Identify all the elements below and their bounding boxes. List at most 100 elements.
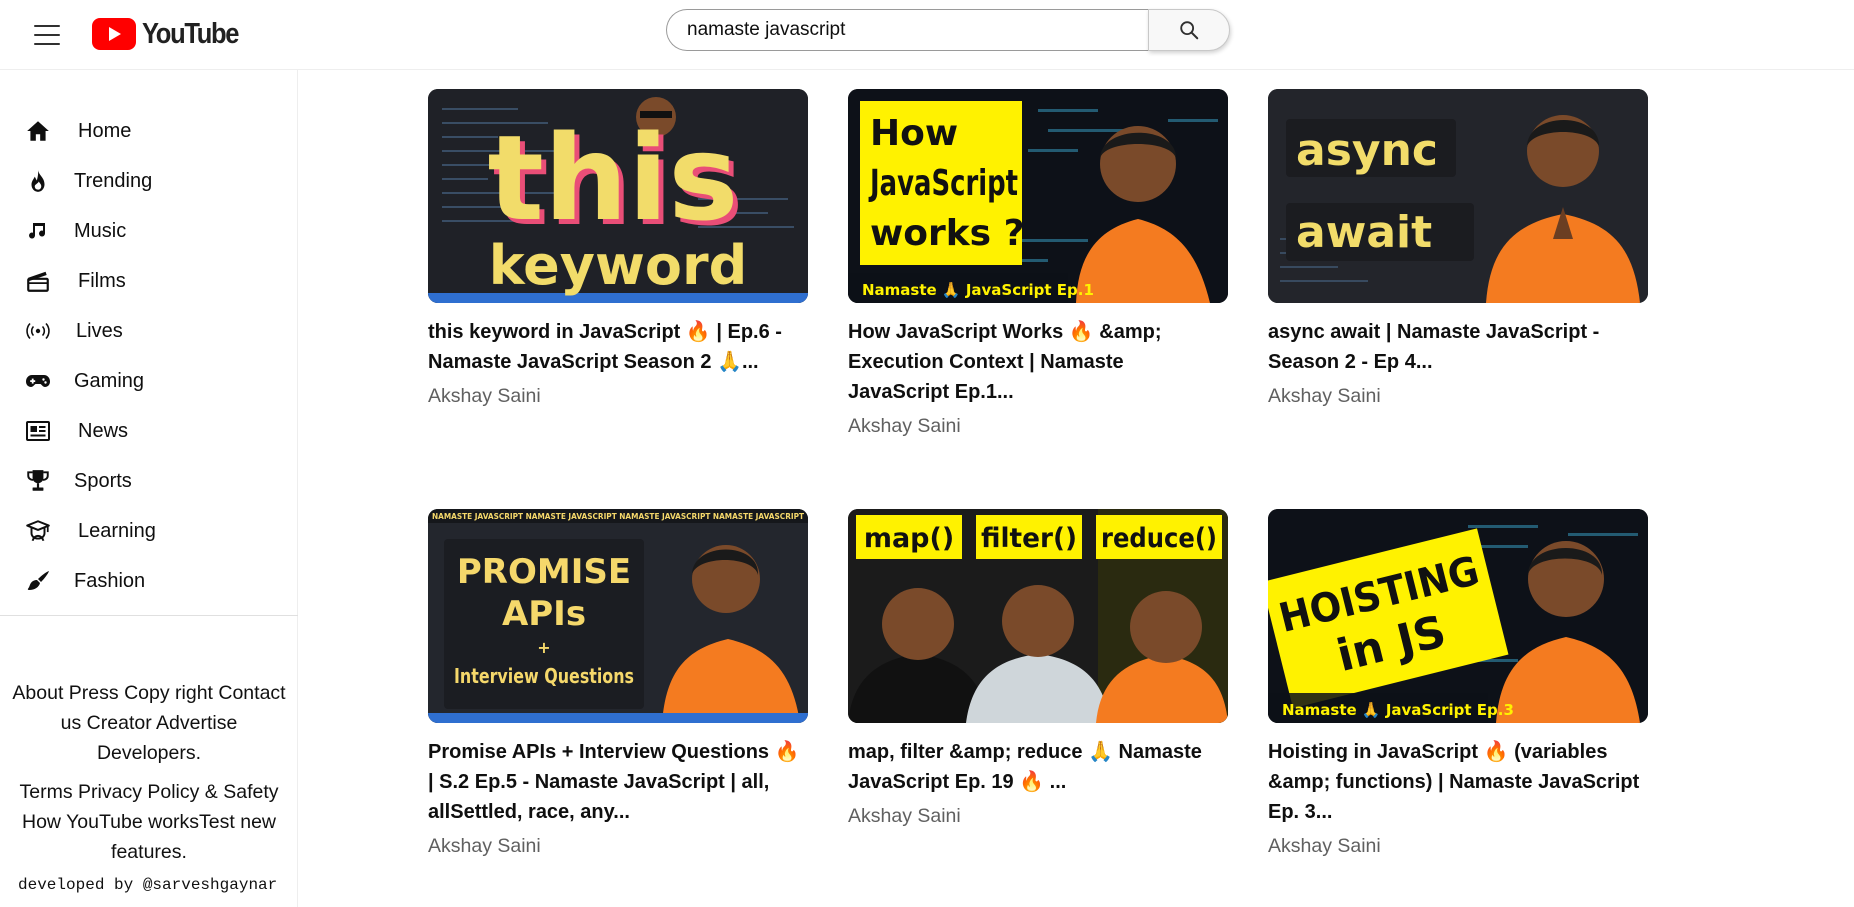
thumbnail-text: + (537, 638, 550, 657)
video-card[interactable]: async await async await | Namaste JavaSc… (1268, 89, 1648, 408)
logo-text: YouTube (142, 17, 239, 50)
video-card[interactable]: How JavaScript works ? Namaste 🙏 JavaScr… (848, 89, 1228, 438)
sidebar-item-sports[interactable]: Sports (0, 456, 298, 506)
sidebar-item-label: Lives (76, 319, 123, 342)
sidebar-item-news[interactable]: News (0, 406, 298, 456)
sidebar-nav: Home Trending Music Films Lives Gaming N… (0, 106, 298, 606)
video-thumbnail[interactable]: HOISTING in JS Namaste 🙏 JavaScript Ep.3 (1268, 509, 1648, 723)
sidebar-item-trending[interactable]: Trending (0, 156, 298, 206)
channel-name[interactable]: Akshay Saini (428, 385, 808, 408)
video-title[interactable]: async await | Namaste JavaScript - Seaso… (1268, 317, 1648, 377)
video-thumbnail[interactable]: this this keyword (428, 89, 808, 303)
thumbnail-text: async (1296, 125, 1438, 176)
sidebar-item-label: Music (74, 219, 127, 242)
thumbnail-text: filter() (981, 523, 1077, 554)
video-title[interactable]: this keyword in JavaScript 🔥 | Ep.6 - Na… (428, 317, 808, 377)
sidebar-item-learning[interactable]: Learning (0, 506, 298, 556)
channel-name[interactable]: Akshay Saini (1268, 835, 1648, 858)
sidebar-item-home[interactable]: Home (0, 106, 298, 156)
video-card[interactable]: map() filter() reduce() map, filter &amp… (848, 509, 1228, 828)
sidebar-item-gaming[interactable]: Gaming (0, 356, 298, 406)
thumbnail-text: JavaScript (868, 163, 1018, 204)
hamburger-menu-button[interactable] (24, 14, 70, 56)
fire-icon (24, 167, 52, 195)
video-title[interactable]: map, filter &amp; reduce 🙏 Namaste JavaS… (848, 737, 1228, 797)
trophy-icon (24, 467, 52, 495)
channel-name[interactable]: Akshay Saini (1268, 385, 1648, 408)
sidebar-item-label: Films (78, 269, 126, 292)
sidebar-item-label: Sports (74, 469, 132, 492)
thumbnail-text: APIs (502, 594, 586, 634)
thumbnail-how-javascript-works: How JavaScript works ? Namaste 🙏 JavaScr… (848, 89, 1228, 303)
thumbnail-text: keyword (489, 234, 748, 297)
thumbnail-this-keyword: this this keyword (428, 89, 808, 303)
search-input[interactable] (666, 9, 1148, 51)
footer-link-privacy-policy[interactable]: Privacy Policy & Safety (78, 781, 278, 803)
hamburger-line (34, 34, 60, 36)
sidebar: Home Trending Music Films Lives Gaming N… (0, 70, 298, 907)
search-icon (1180, 21, 1199, 40)
sidebar-item-films[interactable]: Films (0, 256, 298, 306)
thumbnail-text: works ? (870, 213, 1025, 254)
thumbnail-text: this (487, 109, 738, 247)
video-title[interactable]: Promise APIs + Interview Questions 🔥 | S… (428, 737, 808, 827)
sidebar-item-label: Fashion (74, 569, 146, 592)
top-bar: YouTube (0, 0, 1854, 70)
home-icon (24, 117, 52, 145)
music-note-icon (24, 217, 52, 245)
video-thumbnail[interactable]: map() filter() reduce() (848, 509, 1228, 723)
sidebar-item-label: Learning (78, 519, 156, 542)
footer-links-group-1: About Press Copy right Contact us Creato… (12, 678, 286, 768)
hamburger-line (34, 25, 60, 27)
newspaper-icon (24, 417, 52, 445)
footer-link-developers[interactable]: Developers. (97, 742, 201, 764)
hamburger-line (34, 43, 60, 45)
video-grid: this this keyword this keyword in JavaSc… (428, 89, 1648, 889)
sidebar-item-fashion[interactable]: Fashion (0, 556, 298, 606)
youtube-play-icon (92, 18, 136, 50)
video-title[interactable]: Hoisting in JavaScript 🔥 (variables &amp… (1268, 737, 1648, 827)
channel-name[interactable]: Akshay Saini (848, 415, 1228, 438)
thumbnail-text: How (870, 113, 958, 154)
youtube-logo[interactable]: YouTube (92, 16, 251, 52)
sidebar-item-label: Home (78, 119, 132, 142)
channel-name[interactable]: Akshay Saini (428, 835, 808, 858)
video-thumbnail[interactable]: NAMASTE JAVASCRIPT NAMASTE JAVASCRIPT NA… (428, 509, 808, 723)
footer-link-advertise[interactable]: Advertise (156, 712, 237, 734)
sidebar-item-music[interactable]: Music (0, 206, 298, 256)
sidebar-item-lives[interactable]: Lives (0, 306, 298, 356)
video-title[interactable]: How JavaScript Works 🔥 &amp; Execution C… (848, 317, 1228, 407)
video-card[interactable]: HOISTING in JS Namaste 🙏 JavaScript Ep.3… (1268, 509, 1648, 858)
footer-link-terms[interactable]: Terms (20, 781, 73, 803)
thumbnail-async-await: async await (1268, 89, 1648, 303)
graduation-cap-icon (24, 517, 52, 545)
video-card[interactable]: NAMASTE JAVASCRIPT NAMASTE JAVASCRIPT NA… (428, 509, 808, 858)
sidebar-item-label: Trending (74, 169, 153, 192)
footer-link-how-youtube-works[interactable]: How YouTube works (22, 811, 199, 833)
thumbnail-text: Interview Questions (454, 664, 634, 688)
video-thumbnail[interactable]: async await (1268, 89, 1648, 303)
live-broadcast-icon (24, 317, 52, 345)
thumbnail-hoisting-in-js: HOISTING in JS Namaste 🙏 JavaScript Ep.3 (1268, 509, 1648, 723)
footer-link-copyright[interactable]: Copy right (124, 682, 213, 704)
video-card[interactable]: this this keyword this keyword in JavaSc… (428, 89, 808, 408)
thumbnail-badge: Namaste 🙏 JavaScript Ep.3 (1282, 701, 1514, 719)
footer-link-creator[interactable]: Creator (87, 712, 152, 734)
sidebar-divider (0, 615, 298, 616)
channel-name[interactable]: Akshay Saini (848, 805, 1228, 828)
thumbnail-text: map() (864, 523, 954, 554)
thumbnail-promise-apis: NAMASTE JAVASCRIPT NAMASTE JAVASCRIPT NA… (428, 509, 808, 723)
thumbnail-banner: NAMASTE JAVASCRIPT NAMASTE JAVASCRIPT NA… (432, 512, 804, 521)
footer-link-press[interactable]: Press (69, 682, 119, 704)
thumbnail-text: reduce() (1101, 523, 1217, 554)
thumbnail-map-filter-reduce: map() filter() reduce() (848, 509, 1228, 723)
footer-links-group-2: Terms Privacy Policy & Safety How YouTub… (12, 777, 286, 867)
video-thumbnail[interactable]: How JavaScript works ? Namaste 🙏 JavaScr… (848, 89, 1228, 303)
sidebar-item-label: Gaming (74, 369, 145, 392)
hanger-brush-icon (24, 567, 52, 595)
footer-link-about[interactable]: About (12, 682, 63, 704)
search-button[interactable] (1148, 9, 1230, 51)
sidebar-footer-links: About Press Copy right Contact us Creato… (0, 678, 298, 867)
thumbnail-text: await (1296, 207, 1432, 258)
thumbnail-text: PROMISE (457, 552, 631, 592)
